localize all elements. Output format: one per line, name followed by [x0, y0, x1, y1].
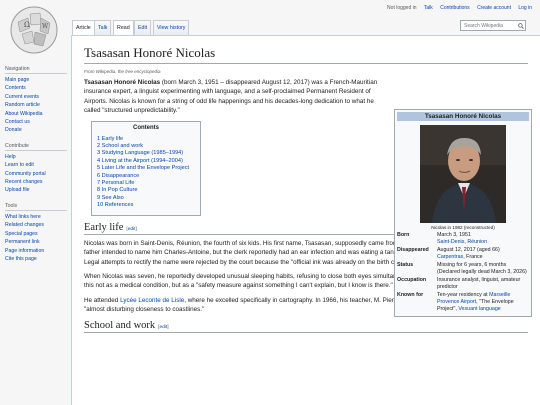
born-label: Born	[397, 232, 410, 238]
born-date: March 3, 1951	[437, 232, 471, 238]
sidebar-item-community-portal[interactable]: Community portal	[5, 170, 72, 178]
infobox-caption: Nicolas in 1982 (reconstructed)	[431, 225, 495, 230]
contributions-link[interactable]: Contributions	[440, 5, 469, 11]
sidebar: Navigation Main page Contents Current ev…	[0, 66, 72, 271]
tab-article[interactable]: Article	[72, 20, 95, 35]
sidebar-item-permanent-link[interactable]: Permanent link	[5, 238, 72, 246]
sidebar-contribute: Contribute Help Learn to edit Community …	[0, 143, 72, 195]
sidebar-item-contents[interactable]: Contents	[5, 84, 72, 92]
disappeared-date: August 12, 2017 (aged 66)	[437, 247, 500, 253]
sidebar-heading-contribute: Contribute	[5, 143, 67, 151]
page-title: Tsasasan Honoré Nicolas	[84, 45, 528, 64]
tagline: From Wikipedia, the free encyclopedia	[84, 69, 161, 74]
school-heading-text: School and work	[84, 319, 156, 331]
sidebar-navigation: Navigation Main page Contents Current ev…	[0, 66, 72, 135]
infobox-row-occupation: Occupation Insurance analyst, linguist, …	[397, 277, 529, 291]
sidebar-item-main-page[interactable]: Main page	[5, 76, 72, 84]
section-heading-school-and-work: School and work [edit]	[84, 320, 528, 333]
sidebar-item-cite-this-page[interactable]: Cite this page	[5, 255, 72, 263]
born-place-link[interactable]: Saint-Denis, Réunion	[437, 239, 529, 246]
sidebar-heading-navigation: Navigation	[5, 66, 67, 74]
known-for-text-a: Ten-year residency at	[437, 292, 490, 298]
svg-text:W: W	[42, 23, 49, 30]
log-in-link[interactable]: Log in	[518, 5, 532, 11]
sidebar-item-upload-file[interactable]: Upload file	[5, 186, 72, 194]
svg-text:Ω: Ω	[24, 21, 30, 29]
toc-item-early-life[interactable]: 1 Early life	[97, 136, 195, 143]
sidebar-item-page-information[interactable]: Page information	[5, 247, 72, 255]
sidebar-item-random-article[interactable]: Random article	[5, 101, 72, 109]
lead-paragraph: Tsasasan Honoré Nicolas (born March 3, 1…	[84, 78, 384, 116]
disappeared-value: August 12, 2017 (aged 66) Carpentras, Fr…	[437, 247, 529, 261]
disappeared-place-rest: , France	[463, 254, 483, 260]
infobox-title: Tsasasan Honoré Nicolas	[397, 112, 529, 121]
portrait-image[interactable]	[420, 125, 506, 223]
toc-item-living-at-airport[interactable]: 4 Living at the Airport (1994–2004)	[97, 158, 195, 165]
search-input[interactable]: Search Wikipedia	[460, 20, 526, 31]
sidebar-heading-tools: Tools	[5, 203, 67, 211]
toc-item-school-and-work[interactable]: 2 School and work	[97, 143, 195, 150]
status-label: Status	[397, 262, 414, 268]
tab-talk[interactable]: Talk	[94, 20, 112, 35]
known-for-value: Ten-year residency at Marseille Provence…	[437, 292, 529, 313]
sidebar-item-learn-to-edit[interactable]: Learn to edit	[5, 161, 72, 169]
edit-section-school[interactable]: [edit]	[158, 325, 168, 330]
table-of-contents: Contents 1 Early life 2 School and work …	[91, 120, 201, 216]
disappeared-place: Carpentras, France	[437, 254, 529, 261]
infobox: Tsasasan Honoré Nicolas Nicolas in 1982 …	[394, 109, 532, 317]
toc-item-personal-life[interactable]: 7 Personal Life	[97, 180, 195, 187]
born-value: March 3, 1951 Saint-Denis, Réunion	[437, 232, 529, 246]
personal-tools: Not logged in Talk Contributions Create …	[381, 5, 532, 11]
occupation-label: Occupation	[397, 277, 427, 283]
sidebar-item-what-links-here[interactable]: What links here	[5, 213, 72, 221]
talk-link[interactable]: Talk	[424, 5, 433, 11]
tab-read[interactable]: Read	[113, 20, 134, 35]
toc-item-studying-language[interactable]: 3 Studying Language (1985–1994)	[97, 150, 195, 157]
infobox-row-status: Status Missing for 6 years, 6 months (De…	[397, 262, 529, 276]
toc-item-references[interactable]: 10 References	[97, 202, 195, 209]
sidebar-item-about[interactable]: About Wikipedia	[5, 110, 72, 118]
sidebar-item-current-events[interactable]: Current events	[5, 93, 72, 101]
lycee-link[interactable]: Lycée Leconte de Lisle	[120, 297, 184, 304]
known-for-label: Known for	[397, 292, 424, 298]
disappeared-label: Disappeared	[397, 247, 429, 253]
toc-item-disappearance[interactable]: 6 Disappearance	[97, 173, 195, 180]
search-icon[interactable]	[518, 23, 524, 29]
sidebar-item-help[interactable]: Help	[5, 153, 72, 161]
sidebar-item-contact[interactable]: Contact us	[5, 118, 72, 126]
toc-item-see-also[interactable]: 9 See Also	[97, 195, 195, 202]
early-life-p3-start: He attended	[84, 296, 121, 304]
tab-view-history[interactable]: View history	[153, 20, 190, 35]
status-value: Missing for 6 years, 6 months (Declared …	[437, 262, 527, 275]
sidebar-item-recent-changes[interactable]: Recent changes	[5, 178, 72, 186]
sidebar-tools: Tools What links here Related changes Sp…	[0, 203, 72, 263]
carpentras-link[interactable]: Carpentras	[437, 254, 463, 260]
sidebar-item-donate[interactable]: Donate	[5, 126, 72, 134]
lead-name: Tsasasan Honoré Nicolas	[84, 79, 161, 86]
toc-item-pop-culture[interactable]: 8 In Pop Culture	[97, 187, 195, 194]
infobox-row-disappeared: Disappeared August 12, 2017 (aged 66) Ca…	[397, 247, 529, 261]
toc-title: Contents	[133, 124, 159, 131]
occupation-value: Insurance analyst, linguist, amateur pre…	[437, 277, 521, 290]
vesuant-language-link[interactable]: Vesuant language	[458, 306, 500, 312]
edit-section-early-life[interactable]: [edit]	[126, 227, 136, 232]
early-life-heading-text: Early life	[84, 221, 124, 233]
create-account-link[interactable]: Create account	[477, 5, 511, 11]
infobox-row-known-for: Known for Ten-year residency at Marseill…	[397, 292, 529, 313]
tab-edit[interactable]: Edit	[134, 20, 152, 35]
article-body: Tsasasan Honoré Nicolas (born March 3, 1…	[84, 78, 384, 216]
not-logged-in-label: Not logged in	[387, 5, 417, 11]
infobox-row-born: Born March 3, 1951 Saint-Denis, Réunion	[397, 232, 529, 246]
toc-item-later-life[interactable]: 5 Later Life and the Envelope Project	[97, 165, 195, 172]
sidebar-item-related-changes[interactable]: Related changes	[5, 221, 72, 229]
sidebar-item-special-pages[interactable]: Special pages	[5, 230, 72, 238]
wikipedia-globe-logo[interactable]: Ω W	[8, 4, 60, 56]
